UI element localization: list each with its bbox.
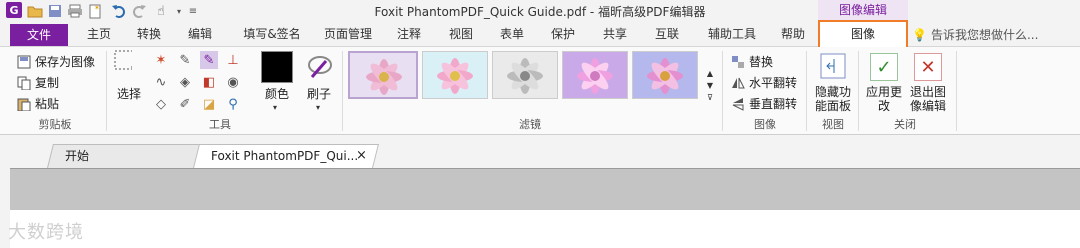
- save-image-icon: [16, 54, 32, 70]
- polygon-lasso-icon[interactable]: ◇: [152, 95, 170, 113]
- stamp-icon[interactable]: ⊥: [224, 51, 242, 69]
- tab-accessibility[interactable]: 辅助工具: [702, 26, 762, 46]
- lasso-icon[interactable]: ∿: [152, 73, 170, 91]
- doc-tab-quick-guide[interactable]: Foxit PhantomPDF_Qui... ×: [193, 144, 379, 168]
- tab-convert[interactable]: 转换: [134, 26, 164, 46]
- brush-tool-icon[interactable]: ✎: [200, 51, 218, 69]
- tab-connect[interactable]: 互联: [652, 26, 682, 46]
- tab-share[interactable]: 共享: [600, 26, 630, 46]
- pencil-icon[interactable]: ✐: [176, 95, 194, 113]
- paste-label: 粘贴: [35, 97, 60, 111]
- document-viewport[interactable]: [10, 168, 1080, 210]
- tell-me-text: 告诉我您想做什么...: [930, 28, 1039, 42]
- tab-image[interactable]: 图像: [818, 20, 908, 49]
- window-title: Foxit PhantomPDF_Quick Guide.pdf - 福昕高级P…: [374, 5, 706, 19]
- tab-protect[interactable]: 保护: [548, 26, 578, 46]
- copy-icon: [16, 75, 32, 91]
- group-separator: [806, 51, 807, 131]
- doc-tab-label: 开始: [65, 149, 90, 163]
- copy-label: 复制: [35, 76, 60, 90]
- tools-group-label: 工具: [209, 118, 231, 131]
- group-separator: [858, 51, 859, 131]
- clipboard-group-label: 剪贴板: [38, 118, 72, 131]
- doc-tab-start[interactable]: 开始: [47, 144, 203, 168]
- paste-button[interactable]: 粘贴: [16, 95, 59, 112]
- filter-thumbnail[interactable]: [348, 51, 418, 99]
- brush-icon[interactable]: [304, 51, 334, 83]
- marquee-select-icon[interactable]: [114, 50, 132, 71]
- tab-fill-sign[interactable]: 填写&签名: [232, 26, 312, 46]
- gallery-scroll-down-icon[interactable]: ▼: [704, 81, 716, 90]
- exit-x-icon[interactable]: ✕: [914, 53, 942, 81]
- document-page[interactable]: [10, 210, 1080, 248]
- apply-check-icon[interactable]: ✓: [870, 53, 898, 81]
- exit-image-edit-label[interactable]: 退出图像编辑: [906, 85, 950, 113]
- group-separator: [722, 51, 723, 131]
- watermark-text: 大数跨境: [8, 222, 84, 243]
- red-eye-icon[interactable]: ◉: [224, 73, 242, 91]
- image-group-label: 图像: [754, 118, 776, 131]
- document-tab-bar: 开始 Foxit PhantomPDF_Qui... ×: [0, 135, 1080, 168]
- view-group-label: 视图: [822, 118, 844, 131]
- eraser-icon[interactable]: ◧: [200, 73, 218, 91]
- save-as-image-label: 保存为图像: [35, 55, 96, 69]
- group-separator: [956, 51, 957, 131]
- patch-icon[interactable]: ◪: [200, 95, 218, 113]
- gallery-scroll-up-icon[interactable]: ▲: [704, 69, 716, 78]
- tab-edit[interactable]: 编辑: [185, 26, 215, 46]
- filter-thumbnail[interactable]: [562, 51, 628, 99]
- gallery-expand-icon[interactable]: ⊽: [704, 93, 716, 102]
- tab-help[interactable]: 帮助: [778, 26, 808, 46]
- hide-panel-label[interactable]: 隐藏功能面板: [812, 85, 854, 113]
- tab-page-manage[interactable]: 页面管理: [318, 26, 378, 46]
- flip-vertical-icon: [730, 96, 746, 112]
- filter-thumbnail[interactable]: [632, 51, 698, 99]
- save-as-image-button[interactable]: 保存为图像: [16, 53, 95, 70]
- color-dropdown-icon[interactable]: ▾: [273, 103, 277, 112]
- color-swatch[interactable]: [261, 51, 293, 83]
- tab-form[interactable]: 表单: [497, 26, 527, 46]
- magic-wand-icon[interactable]: ✶: [152, 51, 170, 69]
- brush-dropdown-icon[interactable]: ▾: [316, 103, 320, 112]
- copy-button[interactable]: 复制: [16, 74, 59, 91]
- doc-tab-label: Foxit PhantomPDF_Qui...: [211, 149, 359, 163]
- tab-view[interactable]: 视图: [446, 26, 476, 46]
- filter-thumbnail[interactable]: [422, 51, 488, 99]
- flip-horizontal-icon: [730, 75, 746, 91]
- replace-label: 替换: [749, 55, 774, 69]
- fill-bucket-icon[interactable]: ◈: [176, 73, 194, 91]
- ribbon-panel: 保存为图像 复制 粘贴 剪贴板 选择 ✶ ✎ ✎ ⊥ ∿ ◈ ◧ ◉ ◇ ✐ ◪…: [0, 47, 1080, 135]
- flip-vertical-label: 垂直翻转: [749, 97, 798, 111]
- zoom-icon[interactable]: ⚲: [224, 95, 242, 113]
- replace-icon: [730, 54, 746, 70]
- tell-me-search[interactable]: 💡 告诉我您想做什么...: [912, 26, 1038, 43]
- brush-label[interactable]: 刷子: [302, 87, 336, 101]
- group-separator: [342, 51, 343, 131]
- eyedropper-icon[interactable]: ✎: [176, 51, 194, 69]
- close-tab-icon[interactable]: ×: [356, 145, 367, 167]
- title-bar: G ✶ ☝ ▾ ≡ Foxit PhantomPDF_Quick Guide.p…: [0, 0, 1080, 22]
- filters-group-label: 滤镜: [519, 118, 541, 131]
- group-separator: [106, 51, 107, 131]
- select-label[interactable]: 选择: [114, 87, 144, 101]
- filter-thumbnail[interactable]: [492, 51, 558, 99]
- close-group-label: 关闭: [894, 118, 916, 131]
- flip-horizontal-button[interactable]: 水平翻转: [730, 74, 797, 91]
- paste-icon: [16, 96, 32, 112]
- color-label[interactable]: 颜色: [258, 87, 296, 101]
- lightbulb-icon: 💡: [912, 28, 927, 42]
- tab-home[interactable]: 主页: [84, 26, 114, 46]
- hide-panel-icon[interactable]: [820, 53, 846, 79]
- flip-vertical-button[interactable]: 垂直翻转: [730, 95, 797, 112]
- tab-file[interactable]: 文件: [10, 24, 68, 46]
- replace-button[interactable]: 替换: [730, 53, 773, 70]
- tab-comment[interactable]: 注释: [394, 26, 424, 46]
- context-tab-label: 图像编辑: [818, 0, 908, 22]
- apply-changes-label[interactable]: 应用更改: [866, 85, 902, 113]
- ribbon-tab-bar: 文件 主页 转换 编辑 填写&签名 页面管理 注释 视图 表单 保护 共享 互联…: [0, 20, 1080, 49]
- filter-gallery: [346, 49, 716, 105]
- flip-horizontal-label: 水平翻转: [749, 76, 798, 90]
